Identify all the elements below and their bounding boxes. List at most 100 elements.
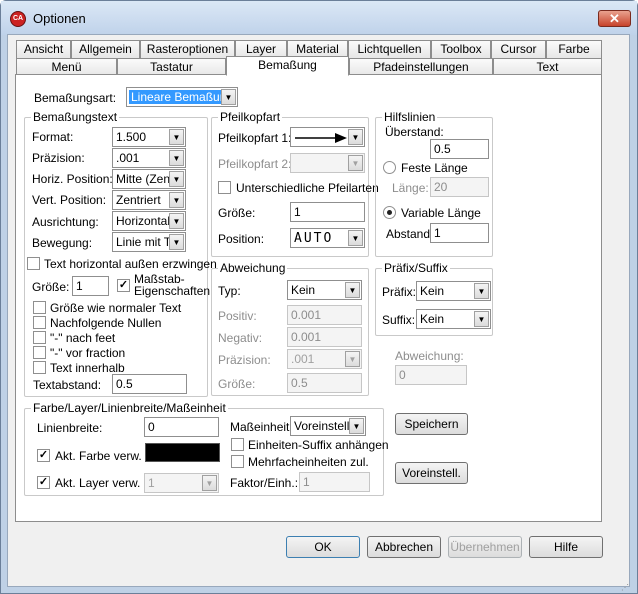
- tab-lichtquellen[interactable]: Lichtquellen: [348, 40, 431, 59]
- line-width-input[interactable]: 0: [144, 417, 219, 437]
- dimension-type-select[interactable]: Lineare Bemaßung ▼: [126, 87, 238, 107]
- factor-input[interactable]: 1: [299, 472, 370, 492]
- tab-farbe[interactable]: Farbe: [546, 40, 602, 59]
- deviation-negative-label: Negativ:: [218, 331, 263, 345]
- deviation-field-input[interactable]: 0: [395, 365, 467, 385]
- dash-after-feet-checkbox[interactable]: [33, 331, 46, 344]
- vertical-position-value: Zentriert: [116, 193, 161, 207]
- tab-cursor[interactable]: Cursor: [491, 40, 546, 59]
- deviation-size-input[interactable]: 0.5: [287, 373, 362, 393]
- chevron-down-icon: ▼: [169, 129, 184, 145]
- format-select[interactable]: 1.500 ▼: [112, 127, 186, 147]
- precision-select[interactable]: .001 ▼: [112, 148, 186, 168]
- different-arrows-checkbox[interactable]: [218, 181, 231, 194]
- force-horizontal-checkbox[interactable]: [27, 257, 40, 270]
- prefix-value: Kein: [420, 284, 445, 298]
- format-label: Format:: [32, 130, 74, 144]
- window-title: Optionen: [33, 11, 86, 26]
- text-size-label: Größe:: [32, 280, 70, 294]
- dimension-type-value: Lineare Bemaßung: [129, 90, 236, 104]
- multi-units-label: Mehrfacheinheiten zul.: [248, 455, 369, 469]
- precision-value: .001: [116, 151, 140, 165]
- chevron-down-icon: ▼: [169, 150, 184, 166]
- alignment-select[interactable]: Horizontal ▼: [112, 211, 186, 231]
- format-value: 1.500: [116, 130, 147, 144]
- deviation-precision-value: .001: [291, 352, 315, 366]
- variable-length-label: Variable Länge: [401, 206, 481, 220]
- color-swatch[interactable]: [145, 443, 220, 462]
- tab-allgemein[interactable]: Allgemein: [71, 40, 140, 59]
- arrow-size-label: Größe:: [218, 206, 256, 220]
- chevron-down-icon: ▼: [202, 475, 217, 491]
- arrowhead1-select[interactable]: ▼: [290, 127, 365, 147]
- deviation-positive-input[interactable]: 0.001: [287, 305, 362, 325]
- prefix-suffix-group-title: Präfix/Suffix: [382, 261, 450, 275]
- trailing-zeros-checkbox[interactable]: [33, 316, 46, 329]
- factor-label: Faktor/Einh.:: [230, 476, 299, 490]
- tab-toolbox[interactable]: Toolbox: [431, 40, 491, 59]
- tab-ansicht[interactable]: Ansicht: [16, 40, 71, 59]
- apply-button[interactable]: Übernehmen: [448, 536, 522, 558]
- chevron-down-icon: ▼: [221, 89, 236, 105]
- help-button[interactable]: Hilfe: [529, 536, 603, 558]
- chevron-down-icon: ▼: [169, 213, 184, 229]
- deviation-negative-input[interactable]: 0.001: [287, 327, 362, 347]
- defaults-button[interactable]: Voreinstell.: [395, 462, 468, 484]
- chevron-down-icon: ▼: [474, 311, 489, 327]
- text-size-input[interactable]: 1: [72, 276, 109, 296]
- text-inside-label: Text innerhalb: [50, 361, 125, 375]
- multi-units-checkbox[interactable]: [231, 455, 244, 468]
- movement-select[interactable]: Linie mit Te ▼: [112, 232, 186, 252]
- text-inside-checkbox[interactable]: [33, 361, 46, 374]
- fixed-length-radio[interactable]: [383, 161, 396, 174]
- save-button[interactable]: Speichern: [395, 413, 468, 435]
- current-layer-checkbox[interactable]: ✓: [37, 476, 50, 489]
- arrow-position-label: Position:: [218, 232, 265, 246]
- unit-suffix-label: Einheiten-Suffix anhängen: [248, 438, 389, 452]
- suffix-value: Kein: [420, 312, 445, 326]
- suffix-select[interactable]: Kein ▼: [416, 309, 491, 329]
- close-button[interactable]: ✕: [598, 10, 631, 27]
- arrowhead2-select[interactable]: ▼: [290, 153, 365, 173]
- arrowhead-group-title: Pfeilkopfart: [218, 110, 283, 124]
- horizontal-position-select[interactable]: Mitte (Zentr ▼: [112, 169, 186, 189]
- deviation-precision-select[interactable]: .001 ▼: [287, 349, 362, 369]
- deviation-type-select[interactable]: Kein ▼: [287, 280, 362, 300]
- current-layer-label: Akt. Layer verw.: [55, 476, 141, 490]
- resize-grip-icon[interactable]: ⋰: [621, 583, 633, 592]
- force-horizontal-label: Text horizontal außen erzwingen: [44, 257, 217, 271]
- suffix-label: Suffix:: [382, 313, 416, 327]
- chevron-down-icon: ▼: [169, 192, 184, 208]
- deviation-precision-label: Präzision:: [218, 353, 271, 367]
- chevron-down-icon: ▼: [348, 230, 363, 246]
- arrow-icon: [295, 133, 347, 143]
- unit-select[interactable]: Voreinstellu ▼: [290, 416, 366, 436]
- vertical-position-select[interactable]: Zentriert ▼: [112, 190, 186, 210]
- scale-properties-checkbox[interactable]: ✓: [117, 279, 130, 292]
- arrow-position-select[interactable]: AUTO ▼: [290, 228, 365, 248]
- distance-input[interactable]: 1: [430, 223, 489, 243]
- prefix-select[interactable]: Kein ▼: [416, 281, 491, 301]
- dash-before-fraction-checkbox[interactable]: [33, 346, 46, 359]
- cancel-button[interactable]: Abbrechen: [367, 536, 441, 558]
- ok-button[interactable]: OK: [286, 536, 360, 558]
- current-color-checkbox[interactable]: ✓: [37, 449, 50, 462]
- length-input[interactable]: 20: [430, 177, 489, 197]
- normal-text-size-checkbox[interactable]: [33, 301, 46, 314]
- layer-select[interactable]: 1 ▼: [144, 473, 219, 493]
- unit-label: Maßeinheit:: [230, 420, 293, 434]
- trailing-zeros-label: Nachfolgende Nullen: [50, 316, 162, 330]
- extension-lines-group-title: Hilfslinien: [382, 110, 438, 124]
- variable-length-radio[interactable]: [383, 206, 396, 219]
- unit-suffix-checkbox[interactable]: [231, 438, 244, 451]
- overhang-input[interactable]: 0.5: [430, 139, 489, 159]
- layer-value: 1: [148, 476, 155, 490]
- color-layer-group-title: Farbe/Layer/Linienbreite/Maßeinheit: [31, 401, 228, 415]
- tab-rasteroptionen[interactable]: Rasteroptionen: [140, 40, 235, 59]
- arrow-size-input[interactable]: 1: [290, 202, 365, 222]
- alignment-value: Horizontal: [116, 214, 171, 228]
- deviation-type-value: Kein: [291, 283, 316, 297]
- tab-bemassung[interactable]: Bemaßung: [226, 56, 349, 76]
- movement-value: Linie mit Te: [116, 235, 177, 249]
- text-spacing-input[interactable]: 0.5: [112, 374, 187, 394]
